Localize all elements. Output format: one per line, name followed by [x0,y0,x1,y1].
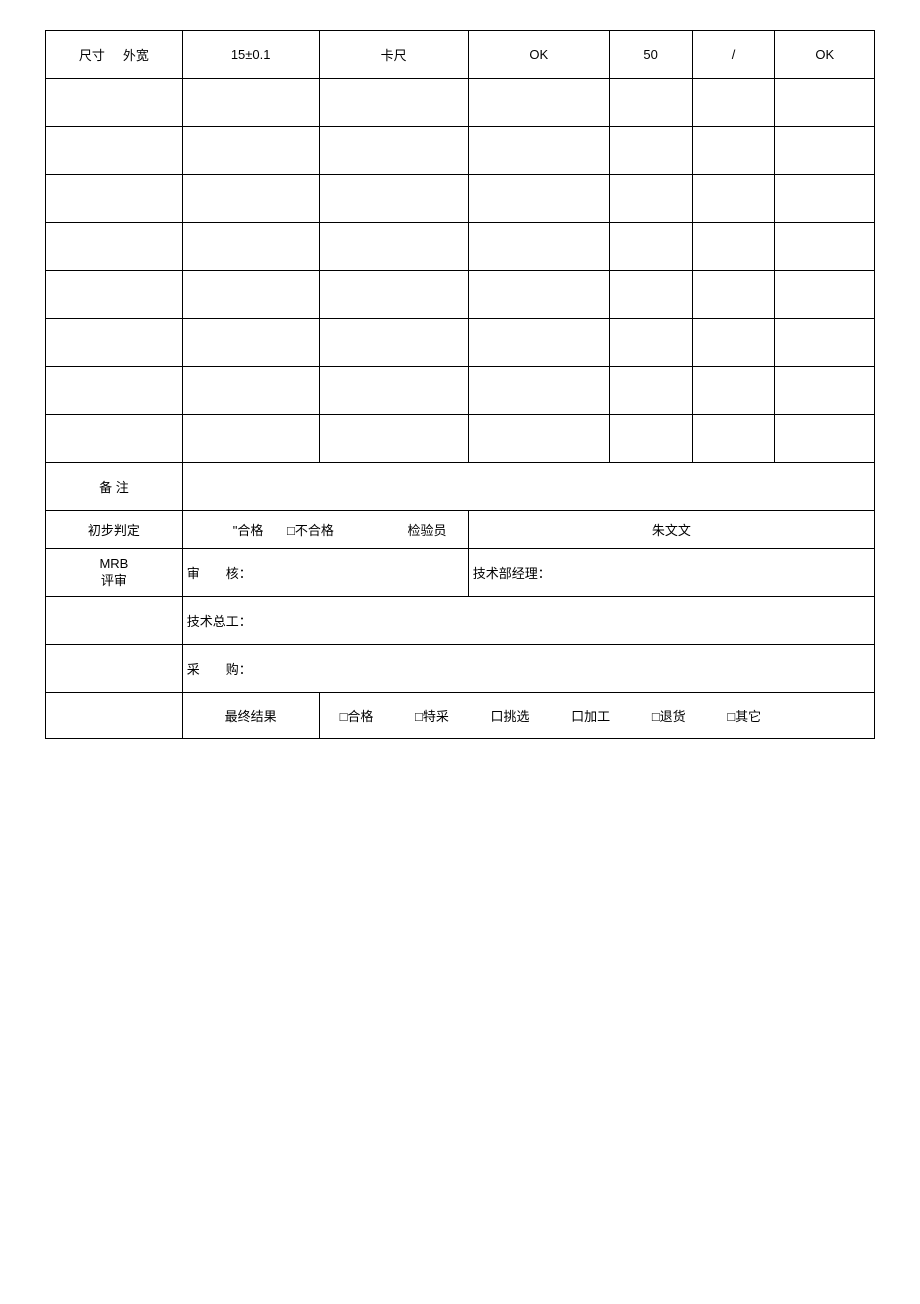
final-option: 口挑选 [491,706,530,725]
prelim-options-cell: "合格 □不合格 检验员 [182,511,468,549]
final-option: □合格 [340,706,374,725]
final-option: □退货 [652,706,686,725]
table-row [46,415,875,463]
final-option: 口加工 [571,706,610,725]
final-option: □其它 [727,706,761,725]
table-row: 尺寸 外宽 15±0.1 卡尺 OK 50 / OK [46,31,875,79]
final-option: □特采 [415,706,449,725]
header-spec-cell: 15±0.1 [182,31,319,79]
final-empty [46,693,183,739]
mrb-row-2: 技术总工： [46,597,875,645]
header-result2-cell: OK [775,31,875,79]
mrb-purchase-cell: 采 购： [182,645,874,693]
inspection-form-table: 尺寸 外宽 15±0.1 卡尺 OK 50 / OK 备 注 初步判定 "合格 … [45,30,875,739]
remarks-label: 备 注 [46,463,183,511]
table-row [46,79,875,127]
final-row: 最终结果 □合格 □特采 口挑选 口加工 □退货 □其它 [46,693,875,739]
header-slash-cell: / [692,31,775,79]
remarks-row: 备 注 [46,463,875,511]
remarks-value [182,463,874,511]
cell-text: 外宽 [123,48,149,63]
mrb-label-cell: MRB 评审 [46,549,183,597]
prelim-inspector-label: 检验员 [408,520,447,539]
final-label: 最终结果 [182,693,319,739]
header-dimension-cell: 尺寸 外宽 [46,31,183,79]
prelim-label: 初步判定 [46,511,183,549]
mrb-tech-chief-cell: 技术总工： [182,597,874,645]
prelim-row: 初步判定 "合格 □不合格 检验员 朱文文 [46,511,875,549]
prelim-option-pass: "合格 [233,520,264,539]
mrb-empty-1 [46,597,183,645]
mrb-row-1: MRB 评审 审 核： 技术部经理： [46,549,875,597]
table-row [46,127,875,175]
table-row [46,223,875,271]
header-qty-cell: 50 [609,31,692,79]
prelim-option-fail: □不合格 [287,520,334,539]
table-row [46,271,875,319]
cell-text: 尺寸 [79,48,105,63]
mrb-label-1: MRB [50,556,178,573]
final-options-cell: □合格 □特采 口挑选 口加工 □退货 □其它 [319,693,874,739]
mrb-reviewer-cell: 审 核： [182,549,468,597]
table-row [46,175,875,223]
mrb-empty-2 [46,645,183,693]
table-row [46,319,875,367]
table-row [46,367,875,415]
header-tool-cell: 卡尺 [319,31,468,79]
mrb-label-2: 评审 [50,573,178,590]
prelim-inspector-name: 朱文文 [468,511,874,549]
header-result1-cell: OK [468,31,609,79]
mrb-row-3: 采 购： [46,645,875,693]
mrb-tech-mgr-cell: 技术部经理： [468,549,874,597]
